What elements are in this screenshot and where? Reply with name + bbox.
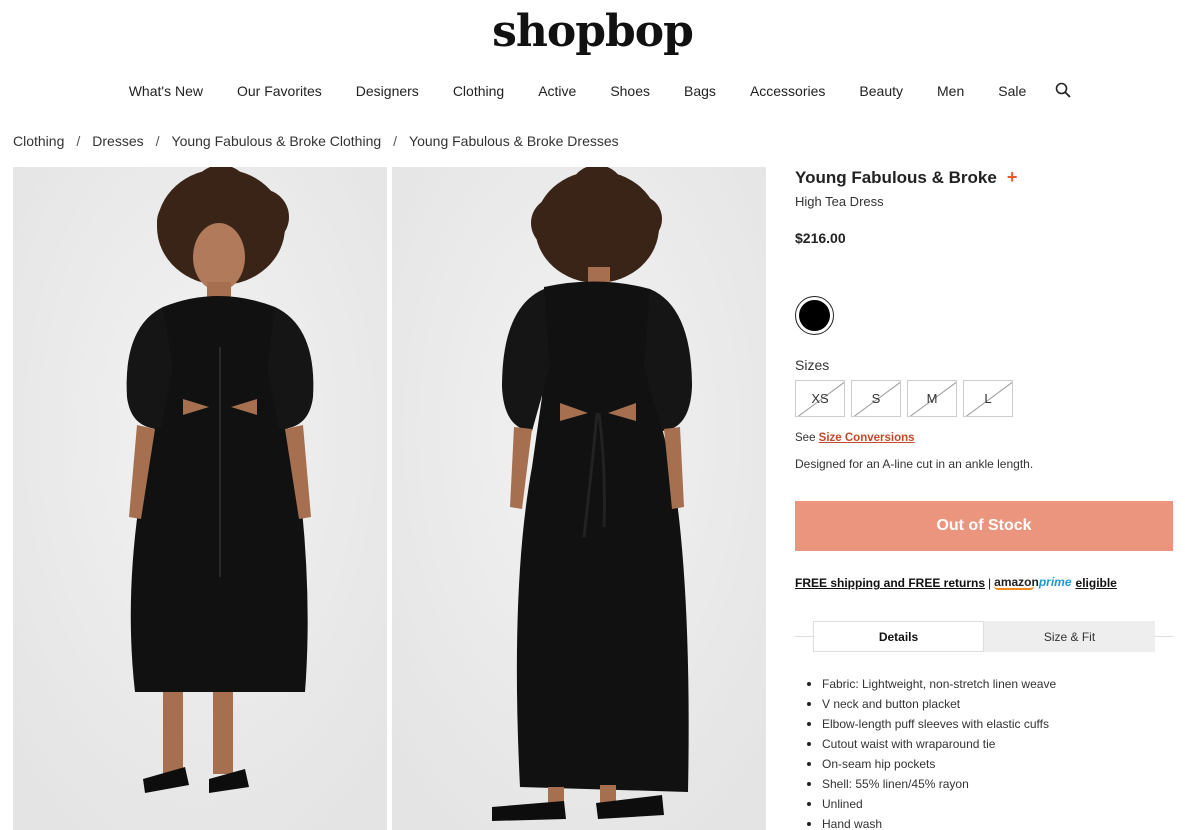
search-icon[interactable] xyxy=(1055,82,1073,100)
size-option-l[interactable]: L xyxy=(963,380,1013,417)
breadcrumb: Clothing / Dresses / Young Fabulous & Br… xyxy=(13,133,619,149)
shipping-separator: | xyxy=(988,576,992,590)
detail-item: Elbow-length puff sleeves with elastic c… xyxy=(806,716,1056,736)
nav-sale[interactable]: Sale xyxy=(998,83,1026,99)
tab-details[interactable]: Details xyxy=(813,621,984,652)
out-of-stock-button[interactable]: Out of Stock xyxy=(795,501,1173,551)
detail-item: Hand wash xyxy=(806,816,1056,830)
shopbop-logo[interactable]: shopbop xyxy=(0,6,1185,57)
size-selector: XS S M L xyxy=(795,380,1019,417)
detail-item: Unlined xyxy=(806,796,1056,816)
nav-accessories[interactable]: Accessories xyxy=(750,83,825,99)
brand-name[interactable]: Young Fabulous & Broke + xyxy=(795,167,1017,188)
size-option-s[interactable]: S xyxy=(851,380,901,417)
nav-shoes[interactable]: Shoes xyxy=(610,83,650,99)
detail-item: Fabric: Lightweight, non-stretch linen w… xyxy=(806,676,1056,696)
breadcrumb-separator: / xyxy=(155,133,160,149)
brand-label[interactable]: Young Fabulous & Broke xyxy=(795,168,997,188)
product-image-front[interactable] xyxy=(13,167,387,830)
tab-size-fit[interactable]: Size & Fit xyxy=(984,621,1155,652)
shipping-info: FREE shipping and FREE returns | amazonp… xyxy=(795,576,1117,590)
product-price: $216.00 xyxy=(795,230,846,246)
breadcrumb-brand-dresses[interactable]: Young Fabulous & Broke Dresses xyxy=(409,133,619,149)
follow-brand-plus-icon[interactable]: + xyxy=(1007,167,1018,188)
nav-designers[interactable]: Designers xyxy=(356,83,419,99)
main-nav: What's New Our Favorites Designers Cloth… xyxy=(0,82,1185,100)
color-swatch-fill xyxy=(799,300,830,331)
details-list: Fabric: Lightweight, non-stretch linen w… xyxy=(806,676,1056,830)
nav-whats-new[interactable]: What's New xyxy=(129,83,203,99)
breadcrumb-separator: / xyxy=(76,133,81,149)
breadcrumb-separator: / xyxy=(393,133,398,149)
amazon-prime-logo: amazonprime xyxy=(994,575,1072,590)
size-label: S xyxy=(871,391,881,406)
nav-bags[interactable]: Bags xyxy=(684,83,716,99)
detail-item: V neck and button placket xyxy=(806,696,1056,716)
size-conversions-link[interactable]: Size Conversions xyxy=(819,432,915,444)
detail-item: On-seam hip pockets xyxy=(806,756,1056,776)
amazon-smile-icon xyxy=(994,586,1035,590)
nav-clothing[interactable]: Clothing xyxy=(453,83,504,99)
nav-active[interactable]: Active xyxy=(538,83,576,99)
nav-beauty[interactable]: Beauty xyxy=(859,83,903,99)
prime-label: prime xyxy=(1038,575,1072,589)
product-image-back[interactable] xyxy=(392,167,766,830)
size-label: XS xyxy=(811,391,829,406)
product-description: Designed for an A-line cut in an ankle l… xyxy=(795,457,1034,471)
sizes-label: Sizes xyxy=(795,357,830,373)
size-option-xs[interactable]: XS xyxy=(795,380,845,417)
size-label: L xyxy=(984,391,992,406)
prime-eligible-link[interactable]: eligible xyxy=(1076,576,1117,590)
nav-our-favorites[interactable]: Our Favorites xyxy=(237,83,322,99)
size-label: M xyxy=(926,391,938,406)
free-shipping-link[interactable]: FREE shipping and FREE returns xyxy=(795,576,985,590)
color-swatch-black[interactable] xyxy=(795,296,834,335)
product-tabs: Details Size & Fit xyxy=(813,621,1155,652)
size-conversions-row: See Size Conversions xyxy=(795,432,915,444)
nav-men[interactable]: Men xyxy=(937,83,964,99)
breadcrumb-dresses[interactable]: Dresses xyxy=(92,133,143,149)
product-name: High Tea Dress xyxy=(795,194,884,209)
see-label: See xyxy=(795,432,816,444)
breadcrumb-brand-clothing[interactable]: Young Fabulous & Broke Clothing xyxy=(172,133,382,149)
detail-item: Shell: 55% linen/45% rayon xyxy=(806,776,1056,796)
size-option-m[interactable]: M xyxy=(907,380,957,417)
detail-item: Cutout waist with wraparound tie xyxy=(806,736,1056,756)
breadcrumb-clothing[interactable]: Clothing xyxy=(13,133,64,149)
